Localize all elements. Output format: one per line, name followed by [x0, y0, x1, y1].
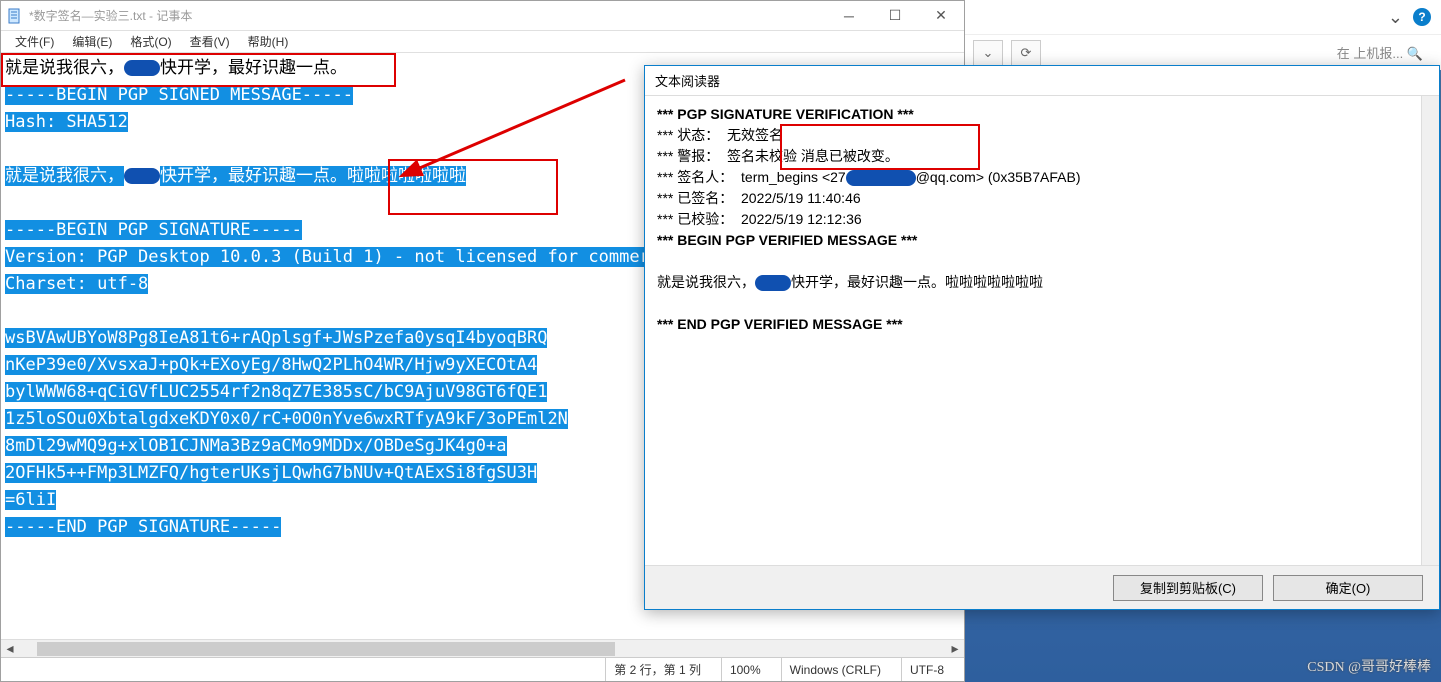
status-zoom: 100%: [721, 658, 781, 681]
dialog-title: 文本阅读器: [645, 66, 1439, 96]
menu-edit[interactable]: 编辑(E): [64, 31, 120, 52]
dialog-body[interactable]: *** PGP SIGNATURE VERIFICATION *** *** 状…: [645, 96, 1439, 565]
status-line: *** 状态： 无效签名: [657, 125, 1427, 146]
close-button[interactable]: ✕: [918, 1, 964, 31]
text-reader-dialog: 文本阅读器 *** PGP SIGNATURE VERIFICATION ***…: [644, 65, 1440, 610]
menu-file[interactable]: 文件(F): [7, 31, 62, 52]
vertical-scrollbar[interactable]: [1421, 96, 1439, 565]
signer-line: *** 签名人： term_begins <27@qq.com> (0x35B7…: [657, 167, 1427, 188]
status-eol: Windows (CRLF): [781, 658, 901, 681]
refresh-icon[interactable]: ⟳: [1011, 40, 1041, 66]
titlebar: *数字签名—实验三.txt - 记事本 ─ ☐ ✕: [1, 1, 964, 31]
verified-message: 就是说我很六，快开学，最好识趣一点。啦啦啦啦啦啦啦: [657, 272, 1427, 293]
status-encoding: UTF-8: [901, 658, 964, 681]
menubar: 文件(F) 编辑(E) 格式(O) 查看(V) 帮助(H): [1, 31, 964, 53]
scroll-right-icon[interactable]: ▸: [946, 640, 964, 658]
copy-clipboard-button[interactable]: 复制到剪贴板(C): [1113, 575, 1263, 601]
ok-button[interactable]: 确定(O): [1273, 575, 1423, 601]
begin-marker: *** BEGIN PGP VERIFIED MESSAGE ***: [657, 230, 1427, 251]
signed-line: *** 已签名： 2022/5/19 11:40:46: [657, 188, 1427, 209]
redacted-icon: [124, 168, 160, 184]
scroll-thumb[interactable]: [37, 642, 615, 656]
watermark: CSDN @哥哥好棒棒: [1307, 656, 1431, 676]
explorer-toolbar: ⌄ ? ⌄ ⟳ 在 上机报... 🔍: [965, 0, 1441, 70]
menu-help[interactable]: 帮助(H): [240, 31, 297, 52]
verification-header: *** PGP SIGNATURE VERIFICATION ***: [657, 104, 1427, 125]
search-input[interactable]: 在 上机报... 🔍: [1049, 43, 1433, 62]
notepad-icon: [7, 8, 23, 24]
maximize-button[interactable]: ☐: [872, 1, 918, 31]
help-icon[interactable]: ?: [1413, 8, 1431, 26]
window-title: *数字签名—实验三.txt - 记事本: [29, 7, 826, 24]
nav-chevron-icon[interactable]: ⌄: [973, 40, 1003, 66]
redacted-icon: [755, 275, 791, 291]
menu-view[interactable]: 查看(V): [182, 31, 238, 52]
redacted-icon: [124, 60, 160, 76]
horizontal-scrollbar[interactable]: ◂ ▸: [1, 639, 964, 657]
menu-format[interactable]: 格式(O): [122, 31, 179, 52]
dialog-buttons: 复制到剪贴板(C) 确定(O): [645, 565, 1439, 609]
scroll-left-icon[interactable]: ◂: [1, 640, 19, 658]
status-position: 第 2 行，第 1 列: [605, 658, 721, 681]
minimize-button[interactable]: ─: [826, 1, 872, 31]
chevron-down-icon[interactable]: ⌄: [1388, 7, 1403, 28]
verified-line: *** 已校验： 2022/5/19 12:12:36: [657, 209, 1427, 230]
statusbar: 第 2 行，第 1 列 100% Windows (CRLF) UTF-8: [1, 657, 964, 681]
alert-line: *** 警报： 签名未校验 消息已被改变。: [657, 146, 1427, 167]
end-marker: *** END PGP VERIFIED MESSAGE ***: [657, 314, 1427, 335]
redacted-icon: [846, 170, 916, 186]
